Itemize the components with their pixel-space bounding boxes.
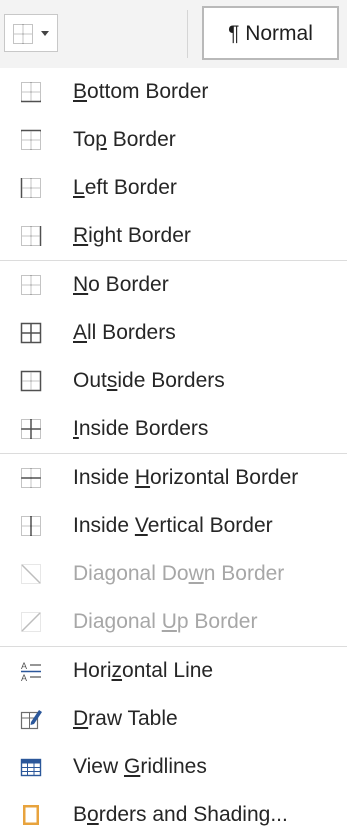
left-border-icon — [20, 178, 41, 198]
menu-item-top-border[interactable]: Top Border — [0, 116, 347, 164]
outside-borders-icon — [20, 370, 42, 392]
style-normal-button[interactable]: ¶ Normal — [202, 6, 339, 60]
menu-item-label: All Borders — [73, 321, 176, 344]
menu-item-label: Horizontal Line — [73, 659, 214, 682]
top-border-icon — [21, 129, 41, 150]
menu-item-label: View Gridlines — [73, 755, 207, 778]
view-gridlines-icon — [20, 758, 42, 777]
toolbar-separator — [187, 10, 188, 58]
menu-item-inside-borders[interactable]: Inside Borders — [0, 405, 347, 453]
menu-item-label: Inside Borders — [73, 417, 209, 440]
toolbar: ¶ Normal — [0, 0, 347, 68]
menu-item-bottom-border[interactable]: Bottom Border — [0, 68, 347, 116]
diagonal-down-border-icon — [21, 564, 41, 584]
horizontal-line-icon: A A — [21, 661, 41, 683]
bottom-border-icon — [21, 82, 41, 103]
menu-item-label: Draw Table — [73, 707, 178, 730]
menu-item-borders-and-shading[interactable]: Borders and Shading... — [0, 791, 347, 839]
menu-item-label: Left Border — [73, 176, 177, 199]
borders-menu: Bottom Border Top Border Left Border Rig… — [0, 68, 347, 835]
menu-item-label: Outside Borders — [73, 369, 225, 392]
menu-item-label: Diagonal Up Border — [73, 610, 258, 633]
menu-item-label: Borders and Shading... — [73, 803, 288, 826]
svg-text:A: A — [21, 673, 27, 683]
menu-item-label: Right Border — [73, 224, 191, 247]
borders-and-shading-icon — [23, 805, 39, 825]
menu-item-view-gridlines[interactable]: View Gridlines — [0, 743, 347, 791]
inside-vertical-border-icon — [21, 516, 41, 536]
menu-item-label: Bottom Border — [73, 80, 209, 103]
borders-grid-icon — [13, 24, 33, 44]
menu-item-label: Diagonal Down Border — [73, 562, 285, 585]
right-border-icon — [21, 226, 42, 246]
menu-item-label: Inside Vertical Border — [73, 514, 273, 537]
inside-horizontal-border-icon — [21, 468, 41, 488]
no-border-icon — [21, 275, 41, 295]
menu-item-draw-table[interactable]: Draw Table — [0, 695, 347, 743]
menu-item-outside-borders[interactable]: Outside Borders — [0, 357, 347, 405]
menu-item-label: No Border — [73, 273, 169, 296]
inside-borders-icon — [21, 419, 41, 439]
style-normal-label: ¶ Normal — [228, 22, 313, 45]
menu-item-label: Top Border — [73, 128, 176, 151]
menu-item-horizontal-line[interactable]: A A Horizontal Line — [0, 647, 347, 695]
menu-item-diagonal-up-border: Diagonal Up Border — [0, 598, 347, 646]
menu-item-label: Inside Horizontal Border — [73, 466, 299, 489]
menu-item-right-border[interactable]: Right Border — [0, 212, 347, 260]
menu-item-no-border[interactable]: No Border — [0, 261, 347, 309]
draw-table-icon — [20, 710, 42, 730]
caret-down-icon — [41, 31, 49, 36]
menu-item-all-borders[interactable]: All Borders — [0, 309, 347, 357]
svg-text:A: A — [21, 661, 27, 671]
all-borders-icon — [20, 322, 42, 344]
borders-dropdown-button[interactable] — [4, 14, 58, 52]
menu-item-inside-horizontal-border[interactable]: Inside Horizontal Border — [0, 454, 347, 502]
menu-item-inside-vertical-border[interactable]: Inside Vertical Border — [0, 502, 347, 550]
diagonal-up-border-icon — [21, 612, 41, 632]
menu-item-left-border[interactable]: Left Border — [0, 164, 347, 212]
menu-item-diagonal-down-border: Diagonal Down Border — [0, 550, 347, 598]
